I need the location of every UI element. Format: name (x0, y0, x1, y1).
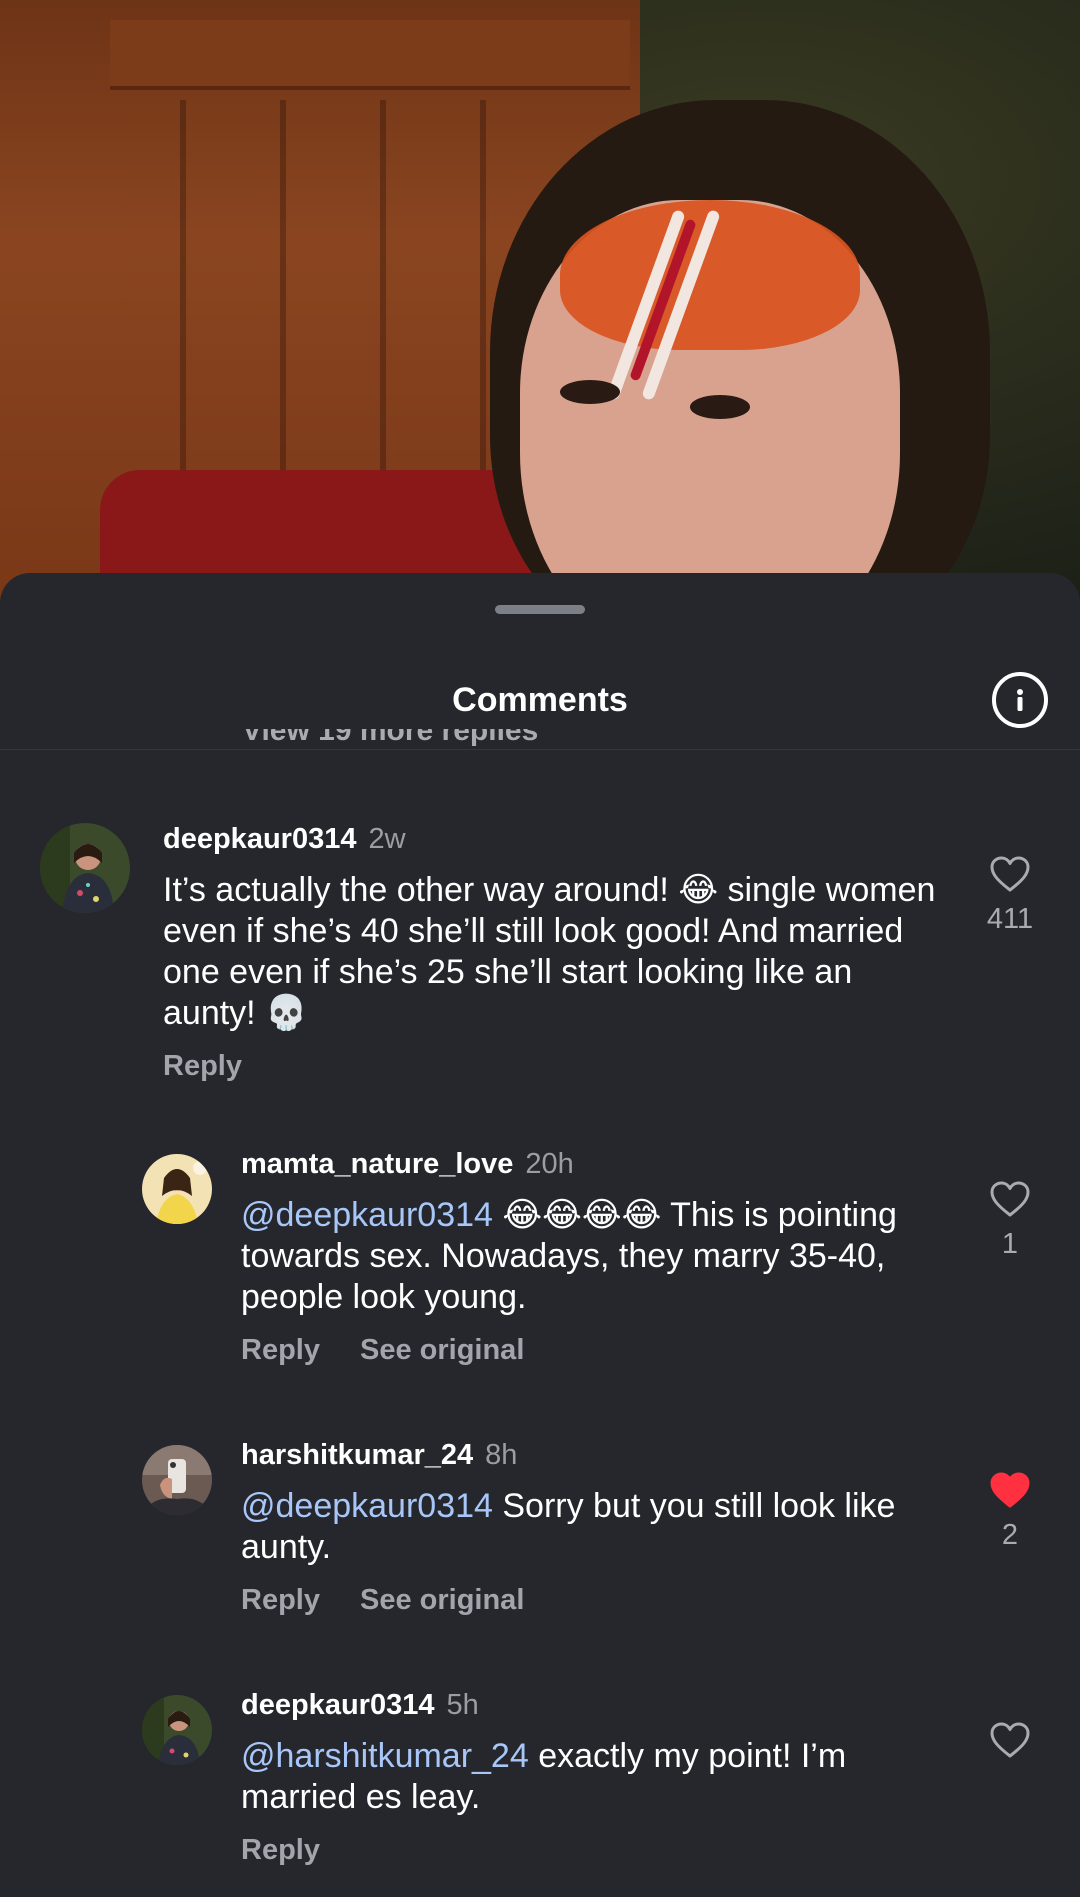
info-icon[interactable] (992, 672, 1048, 728)
view-more-replies[interactable]: View 19 more replies (242, 729, 538, 749)
avatar[interactable] (142, 1695, 212, 1765)
username[interactable]: mamta_nature_love (241, 1148, 513, 1180)
username[interactable]: deepkaur0314 (163, 823, 356, 855)
heart-icon (990, 856, 1030, 892)
username[interactable]: deepkaur0314 (241, 1689, 434, 1721)
comments-sheet: Comments View 19 more replies deepkaur03… (0, 573, 1080, 1897)
reply-button[interactable]: Reply (241, 1584, 320, 1617)
mention-link[interactable]: @deepkaur0314 (241, 1196, 493, 1234)
like-button[interactable]: 2 (975, 1471, 1045, 1552)
video-frame[interactable] (0, 0, 1080, 600)
like-button[interactable]: 1 (975, 1180, 1045, 1261)
comment-time: 2w (368, 823, 406, 855)
mention-link[interactable]: @harshitkumar_24 (241, 1737, 529, 1775)
like-count: 1 (1001, 1228, 1019, 1260)
comment-time: 20h (525, 1148, 574, 1180)
video-eye-left (560, 380, 620, 404)
sheet-title: Comments (452, 681, 628, 719)
comment-text: It’s actually the other way around! 😂 si… (163, 871, 936, 1032)
see-original-button[interactable]: See original (360, 1584, 524, 1617)
avatar[interactable] (40, 823, 130, 913)
heart-icon (990, 1722, 1030, 1758)
reply-button[interactable]: Reply (241, 1834, 320, 1867)
comment-text: @deepkaur0314 Sorry but you still look l… (241, 1487, 896, 1566)
reply-button[interactable]: Reply (163, 1050, 242, 1083)
comment-time: 5h (446, 1689, 479, 1721)
like-button[interactable]: 411 (975, 855, 1045, 936)
avatar[interactable] (142, 1445, 212, 1515)
like-count: 2 (1001, 1519, 1019, 1551)
mention-link[interactable]: @deepkaur0314 (241, 1487, 493, 1525)
heart-filled-icon (990, 1472, 1030, 1508)
username[interactable]: harshitkumar_24 (241, 1439, 473, 1471)
header-divider (0, 749, 1080, 750)
video-eye-right (690, 395, 750, 419)
comment-text: @deepkaur0314 😂😂😂😂 This is pointing towa… (241, 1196, 897, 1316)
see-original-button[interactable]: See original (360, 1334, 524, 1367)
avatar[interactable] (142, 1154, 212, 1224)
drag-handle[interactable] (495, 605, 585, 614)
heart-icon (990, 1181, 1030, 1217)
reply-button[interactable]: Reply (241, 1334, 320, 1367)
like-button[interactable] (975, 1721, 1045, 1759)
comment-text: @harshitkumar_24 exactly my point! I’m m… (241, 1737, 847, 1816)
like-count: 411 (986, 903, 1034, 935)
comment-time: 8h (485, 1439, 518, 1471)
